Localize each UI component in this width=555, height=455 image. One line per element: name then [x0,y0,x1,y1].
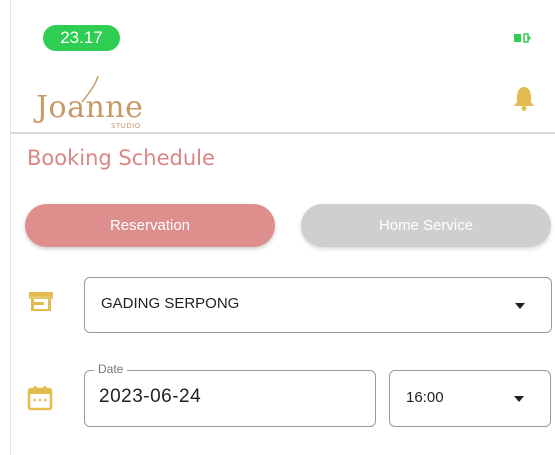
status-time: 23.17 [43,25,120,51]
chevron-down-icon [514,396,524,402]
date-label: Date [94,362,128,376]
tab-reservation[interactable]: Reservation [25,204,275,247]
date-field[interactable]: 2023-06-24 [84,370,376,427]
bell-icon[interactable] [513,85,535,111]
brand-logo[interactable]: Joanne [36,90,143,125]
time-value: 16:00 [406,389,444,406]
brand-logo-sub: STUDIO [111,122,141,130]
location-select[interactable]: GADING SERPONG [84,277,552,333]
calendar-icon [27,386,53,411]
chevron-down-icon [515,303,525,309]
tab-home-service[interactable]: Home Service [301,204,551,247]
battery-icon [514,33,531,43]
page-title: Booking Schedule [27,146,215,170]
store-icon [29,292,53,311]
time-select[interactable]: 16:00 [389,370,551,427]
date-value: 2023-06-24 [99,386,202,407]
location-value: GADING SERPONG [101,295,240,312]
